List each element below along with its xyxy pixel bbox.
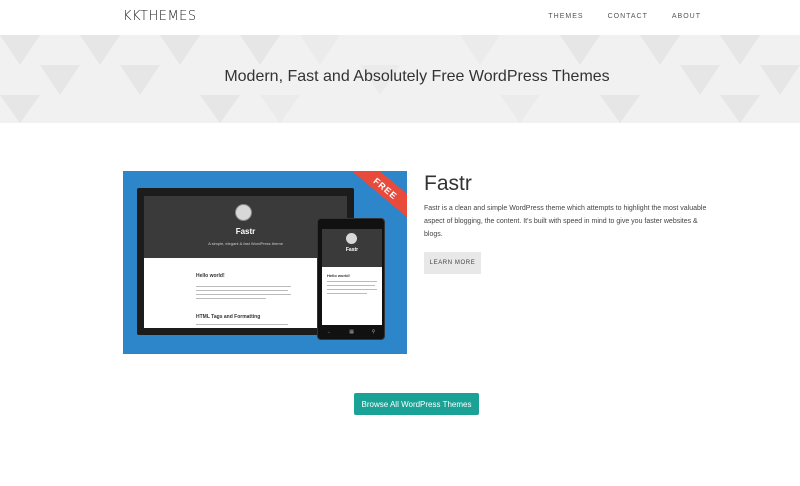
phone-post-title: Hello world! xyxy=(327,273,350,278)
ribbon-label: FREE xyxy=(371,175,400,202)
preview-post-title: HTML Tags and Formatting xyxy=(196,314,261,320)
preview-post-title: Hello world! xyxy=(196,273,225,279)
learn-more-button[interactable]: LEARN MORE xyxy=(424,252,481,274)
text-line xyxy=(196,286,291,287)
windows-icon: ▦ xyxy=(349,329,355,335)
hero-banner: Modern, Fast and Absolutely Free WordPre… xyxy=(0,35,800,123)
text-line xyxy=(327,281,377,282)
phone-nav-bar: ← ▦ ⚲ xyxy=(318,329,384,335)
nav-link-themes[interactable]: THEMES xyxy=(548,13,583,20)
text-line xyxy=(196,324,288,325)
text-line xyxy=(196,298,266,299)
phone-screen: Fastr Hello world! xyxy=(322,229,382,325)
search-icon: ⚲ xyxy=(371,329,376,335)
avatar xyxy=(346,233,357,244)
text-line xyxy=(327,293,367,294)
text-line xyxy=(196,294,291,295)
text-line xyxy=(327,289,377,290)
top-navigation-bar: KKTHEMES THEMES CONTACT ABOUT xyxy=(0,0,800,35)
browse-all-themes-button[interactable]: Browse All WordPress Themes xyxy=(354,393,479,415)
theme-description: Fastr is a clean and simple WordPress th… xyxy=(424,205,707,238)
phone-site-title: Fastr xyxy=(345,247,359,253)
back-icon: ← xyxy=(326,329,332,335)
site-logo[interactable]: KKTHEMES xyxy=(123,9,197,24)
avatar xyxy=(235,204,252,221)
free-ribbon: FREE xyxy=(345,171,407,224)
text-line xyxy=(196,290,288,291)
main-nav: THEMES CONTACT ABOUT xyxy=(524,13,701,20)
phone-header: Fastr xyxy=(322,229,382,267)
nav-link-about[interactable]: ABOUT xyxy=(672,13,701,20)
nav-link-contact[interactable]: CONTACT xyxy=(608,13,648,20)
theme-title[interactable]: Fastr xyxy=(424,172,472,196)
hero-title: Modern, Fast and Absolutely Free WordPre… xyxy=(224,68,610,85)
theme-preview-image[interactable]: Fastr A simple, elegant & fast WordPress… xyxy=(123,171,407,354)
phone-mockup: Fastr Hello world! ← ▦ ⚲ xyxy=(317,218,385,340)
text-line xyxy=(327,285,375,286)
